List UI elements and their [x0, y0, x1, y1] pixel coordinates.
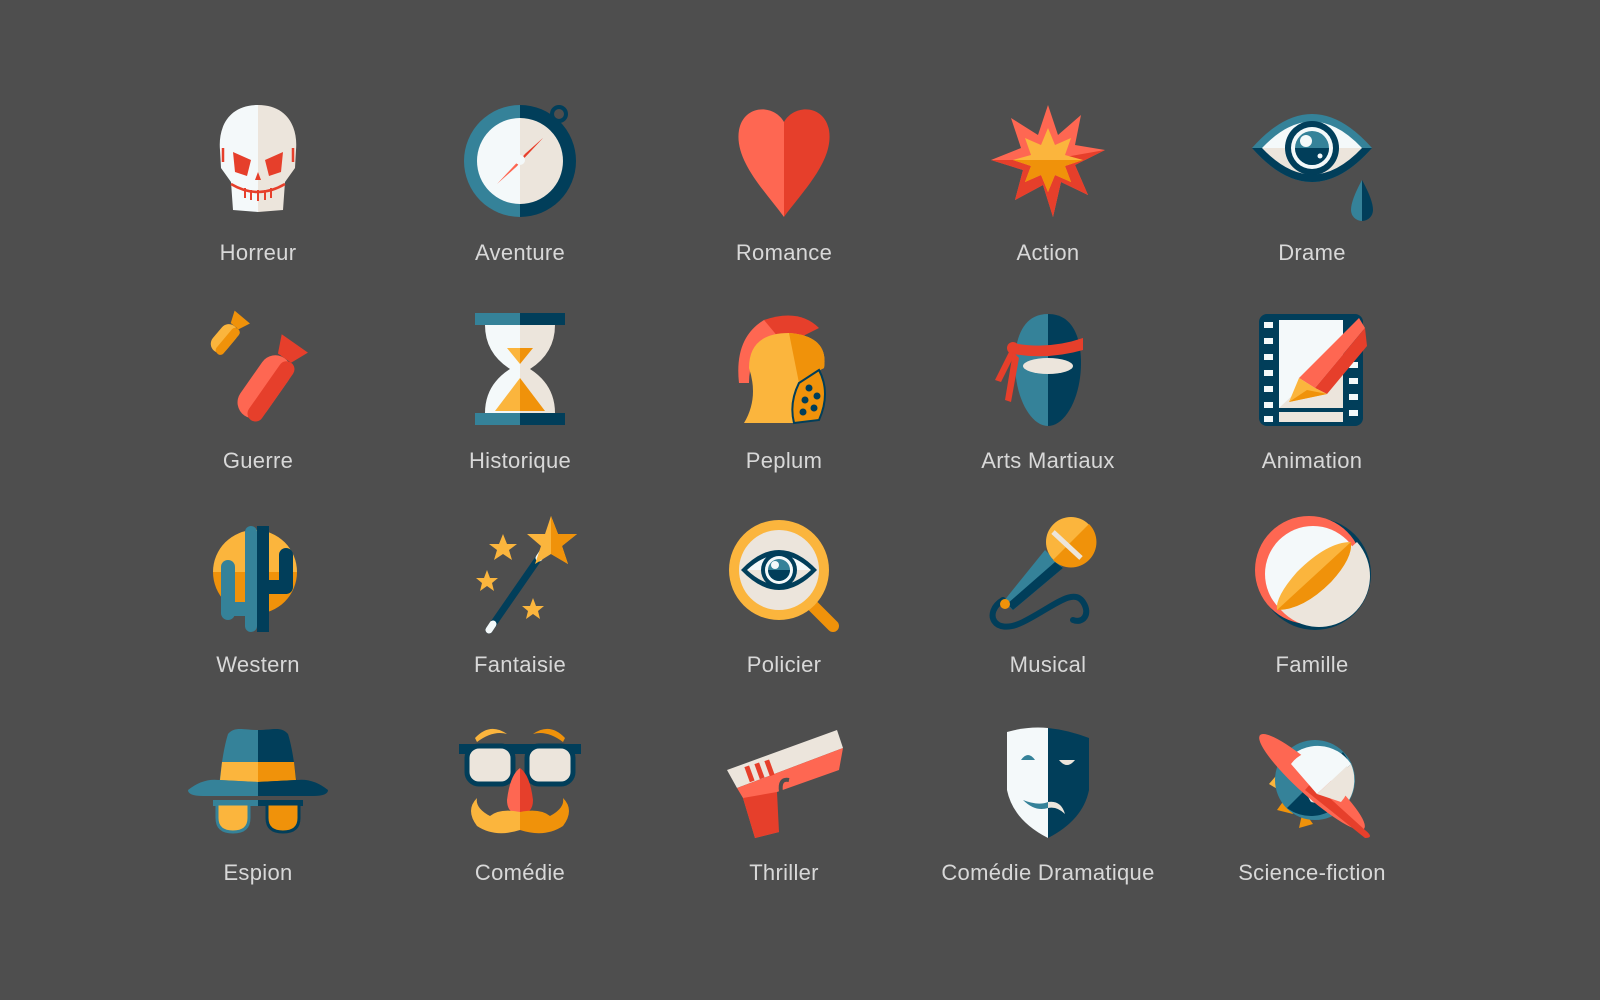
- genre-horreur[interactable]: Horreur: [138, 100, 378, 266]
- skull-icon: [219, 105, 297, 212]
- genre-animation[interactable]: Animation: [1192, 308, 1432, 474]
- genre-arts-martiaux[interactable]: Arts Martiaux: [928, 308, 1168, 474]
- genre-label: Animation: [1261, 448, 1363, 473]
- groucho-glasses-icon: [459, 728, 581, 834]
- genre-label: Action: [1016, 240, 1080, 265]
- heart-icon: [738, 109, 830, 217]
- genre-label: Guerre: [222, 448, 294, 473]
- magic-wand-icon: [476, 516, 577, 634]
- genre-comedie-dramatique[interactable]: Comédie Dramatique: [928, 720, 1168, 886]
- microphone-icon: [989, 517, 1097, 630]
- genre-label: Musical: [1009, 652, 1087, 677]
- genre-peplum[interactable]: Peplum: [664, 308, 904, 474]
- genre-label: Historique: [468, 448, 572, 473]
- genre-historique[interactable]: Historique: [400, 308, 640, 474]
- pistol-icon: [727, 730, 843, 838]
- genre-science-fiction[interactable]: Science-fiction: [1192, 720, 1432, 886]
- film-pencil-icon: [1259, 314, 1367, 426]
- genre-label: Comédie: [474, 860, 566, 885]
- spy-hat-icon: [188, 729, 328, 834]
- genre-drame[interactable]: Drame: [1192, 100, 1432, 266]
- genre-guerre[interactable]: Guerre: [138, 308, 378, 474]
- genre-action[interactable]: Action: [928, 100, 1168, 266]
- genre-western[interactable]: Western: [138, 512, 378, 678]
- beach-ball-icon: [1255, 516, 1371, 630]
- genre-label: Aventure: [474, 240, 566, 265]
- compass-icon: [464, 105, 576, 217]
- genre-label: Thriller: [749, 860, 819, 885]
- bombs-icon: [210, 310, 308, 422]
- genre-label: Peplum: [745, 448, 823, 473]
- genre-comedie[interactable]: Comédie: [400, 720, 640, 886]
- genre-label: Espion: [223, 860, 293, 885]
- hourglass-icon: [475, 313, 565, 425]
- genre-label: Romance: [735, 240, 833, 265]
- genre-label: Policier: [746, 652, 822, 677]
- magnifier-eye-icon: [729, 520, 839, 632]
- genre-label: Western: [216, 652, 300, 677]
- genre-policier[interactable]: Policier: [664, 512, 904, 678]
- crying-eye-icon: [1252, 114, 1373, 221]
- genre-thriller[interactable]: Thriller: [664, 720, 904, 886]
- genre-label: Comédie Dramatique: [941, 860, 1155, 885]
- genre-label: Horreur: [219, 240, 297, 265]
- planet-icon: [1259, 734, 1370, 838]
- theater-masks-icon: [1007, 727, 1089, 838]
- genre-aventure[interactable]: Aventure: [400, 100, 640, 266]
- genre-famille[interactable]: Famille: [1192, 512, 1432, 678]
- genre-label: Science-fiction: [1238, 860, 1386, 885]
- genre-label: Drame: [1278, 240, 1346, 265]
- genre-fantaisie[interactable]: Fantaisie: [400, 512, 640, 678]
- cactus-icon: [213, 526, 297, 632]
- explosion-icon: [991, 105, 1105, 217]
- genre-romance[interactable]: Romance: [664, 100, 904, 266]
- genre-musical[interactable]: Musical: [928, 512, 1168, 678]
- gladiator-helmet-icon: [738, 315, 826, 425]
- genre-label: Arts Martiaux: [981, 448, 1115, 473]
- genre-label: Famille: [1275, 652, 1349, 677]
- genre-espion[interactable]: Espion: [138, 720, 378, 886]
- genre-label: Fantaisie: [474, 652, 566, 677]
- ninja-icon: [995, 314, 1083, 426]
